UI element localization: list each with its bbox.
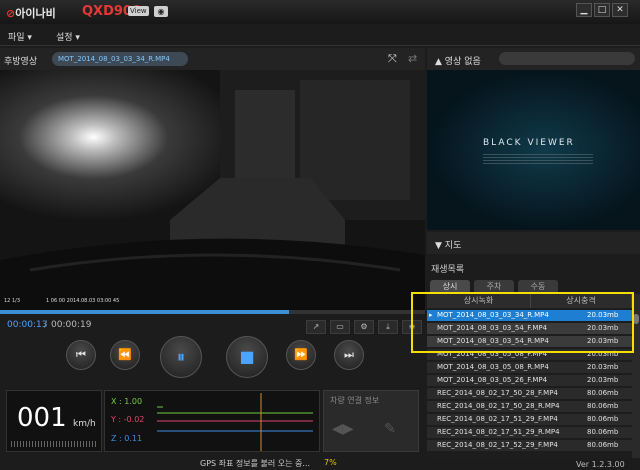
map-label: ▼ 지도 <box>435 238 461 251</box>
g-sensor-y: Y : -0.02 <box>111 415 145 424</box>
current-time: 00:00:13 <box>7 320 48 330</box>
fullscreen-icon[interactable]: ⤧ <box>388 52 397 66</box>
window-icon[interactable]: ▭ <box>330 320 350 334</box>
file-name: REC_2014_08_02_17_50_28_F.MP4 <box>437 389 558 397</box>
camera-icon[interactable]: ◉ <box>154 6 168 17</box>
brand-mark-icon: ⊘ <box>6 7 16 20</box>
file-name: REC_2014_08_02_17_51_29_R.MP4 <box>437 428 560 436</box>
share-icon[interactable]: ↗ <box>306 320 326 334</box>
swap-channel-icon[interactable]: ⇄ <box>408 52 417 65</box>
file-row[interactable]: REC_2014_08_02_17_51_29_F.MP4 80.06mb <box>427 414 632 425</box>
speed-scale <box>11 441 97 447</box>
record-list-label: 재생목록 <box>431 265 465 275</box>
file-size: 80.06mb <box>587 428 619 436</box>
vehicle-steering-icon: ✎ <box>384 421 396 437</box>
file-row[interactable]: MOT_2014_08_03_05_08_R.MP4 20.03mb <box>427 362 632 373</box>
speed-unit: km/h <box>73 419 96 429</box>
file-size: 80.06mb <box>587 415 619 423</box>
vehicle-arrows-icon: ◀▶ <box>332 421 354 437</box>
black-viewer-splash: BLACK VIEWER <box>427 70 640 230</box>
file-size: 80.06mb <box>587 389 619 397</box>
title-bar: ⊘아이나비 QXD900 View ◉ ▁ □ ✕ <box>0 0 640 24</box>
status-percent: 7% <box>324 458 337 467</box>
playback-controls: ⏮ ⏪ ⏸ ■ ⏩ ⏭ <box>0 336 425 384</box>
menu-bar: 파일 ▾ 설정 ▾ <box>0 24 640 46</box>
map-header[interactable]: ▼ 지도 <box>427 232 640 254</box>
close-button[interactable]: ✕ <box>612 3 628 17</box>
seek-bar[interactable] <box>0 310 425 314</box>
prev-file-button[interactable]: ⏮ <box>66 340 96 370</box>
settings-icon[interactable]: ⚙ <box>354 320 374 334</box>
menu-file[interactable]: 파일 ▾ <box>8 30 32 43</box>
speed-value: 001 <box>17 403 67 433</box>
maximize-button[interactable]: □ <box>594 3 610 17</box>
file-name: MOT_2014_08_03_05_08_R.MP4 <box>437 363 549 371</box>
speed-display: 001 km/h <box>6 390 102 452</box>
vehicle-connection-title: 차량 연결 정보 <box>330 396 380 405</box>
g-sensor-z: Z : 0.11 <box>111 434 143 443</box>
fast-forward-button[interactable]: ⏩ <box>286 340 316 370</box>
file-size: 20.03mb <box>587 363 619 371</box>
file-row[interactable]: REC_2014_08_02_17_51_29_R.MP4 80.06mb <box>427 427 632 438</box>
menu-settings[interactable]: 설정 ▾ <box>56 30 80 43</box>
second-video-label[interactable]: ▲ 영상 없음 <box>435 54 481 67</box>
vehicle-connection-panel: 차량 연결 정보 ◀▶ ✎ <box>323 390 419 452</box>
no-video-text: 영상 없음 <box>444 57 481 67</box>
file-row[interactable]: REC_2014_08_02_17_52_29_F.MP4 80.06mb <box>427 440 632 451</box>
time-separator: / <box>44 320 48 330</box>
file-name: REC_2014_08_02_17_50_28_R.MP4 <box>437 402 560 410</box>
g-sensor-x: X : 1.00 <box>111 397 143 406</box>
file-size: 80.06mb <box>587 402 619 410</box>
next-file-button[interactable]: ⏭ <box>334 340 364 370</box>
brand-name: 아이나비 <box>15 7 56 20</box>
file-row[interactable]: MOT_2014_08_03_05_26_F.MP4 20.03mb <box>427 375 632 386</box>
file-name: REC_2014_08_02_17_52_29_F.MP4 <box>437 441 558 449</box>
record-list-header: 재생목록 <box>427 258 640 276</box>
black-viewer-title: BLACK VIEWER <box>483 138 575 148</box>
second-video-field <box>499 52 635 65</box>
g-sensor-graph <box>157 393 313 451</box>
stop-button[interactable]: ■ <box>226 336 268 378</box>
status-bar: GPS 좌표 정보를 불러 오는 중... 7% <box>0 456 425 470</box>
map-label-text: 지도 <box>444 241 462 251</box>
black-viewer-subtext <box>483 154 593 166</box>
file-name: MOT_2014_08_03_05_26_F.MP4 <box>437 376 548 384</box>
video-frame <box>0 70 425 310</box>
file-row[interactable]: REC_2014_08_02_17_50_28_R.MP4 80.06mb <box>427 401 632 412</box>
seek-progress <box>0 310 289 314</box>
video-view[interactable]: 12 1/3 1 06 00 2014.08.03 03:00 45 <box>0 70 425 310</box>
highlight-box <box>411 292 634 353</box>
current-file-chip: MOT_2014_08_03_03_34_R.MP4 <box>52 52 188 66</box>
minimize-button[interactable]: ▁ <box>576 3 592 17</box>
brand-logo: ⊘아이나비 <box>6 5 56 21</box>
file-row[interactable]: REC_2014_08_02_17_50_28_F.MP4 80.06mb <box>427 388 632 399</box>
view-tag: View <box>128 6 149 16</box>
download-icon[interactable]: ⤓ <box>378 320 398 334</box>
file-size: 20.03mb <box>587 376 619 384</box>
video-header: 후방영상 MOT_2014_08_03_03_34_R.MP4 ⤧ ⇄ <box>0 48 425 70</box>
total-time: 00:00:19 <box>51 320 92 330</box>
file-size: 80.06mb <box>587 441 619 449</box>
collapse-up-icon: ▲ <box>435 57 445 67</box>
overlay-datetime: 1 06 00 2014.08.03 03:00 45 <box>46 298 120 304</box>
version-text: Ver 1.2.3.00 <box>576 460 625 469</box>
status-text: GPS 좌표 정보를 불러 오는 중... <box>200 459 311 468</box>
pause-button[interactable]: ⏸ <box>160 336 202 378</box>
channel-label: 후방영상 <box>4 57 38 67</box>
file-name: REC_2014_08_02_17_51_29_F.MP4 <box>437 415 558 423</box>
collapse-down-icon: ▼ <box>435 241 445 251</box>
overlay-left: 12 1/3 <box>4 298 20 304</box>
rewind-button[interactable]: ⏪ <box>110 340 140 370</box>
g-sensor-panel: X : 1.00 Y : -0.02 Z : 0.11 <box>104 390 320 452</box>
second-video-header: ▲ 영상 없음 <box>427 48 640 70</box>
